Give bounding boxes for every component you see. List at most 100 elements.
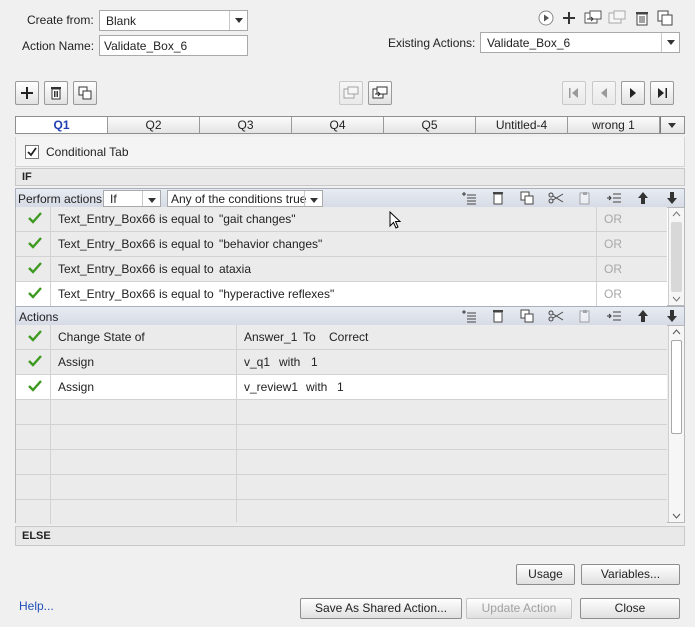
action-row[interactable]: Assign v_review1 with 1 xyxy=(16,375,667,400)
add-action-button[interactable] xyxy=(559,9,579,27)
conditions-scrollbar[interactable] xyxy=(668,208,684,305)
copy-condition-button[interactable] xyxy=(517,189,537,207)
first-tab-button[interactable] xyxy=(562,81,586,105)
previous-tab-button[interactable] xyxy=(592,81,616,105)
save-as-shared-action-button[interactable]: Save As Shared Action... xyxy=(300,598,462,619)
paste-condition-button[interactable] xyxy=(575,189,595,207)
play-button[interactable] xyxy=(536,9,556,27)
add-tab-button[interactable] xyxy=(15,81,39,105)
tab-untitled-4[interactable]: Untitled-4 xyxy=(476,117,568,133)
perform-mode-select[interactable]: If xyxy=(103,190,161,207)
scissors-icon xyxy=(548,310,564,322)
check-icon xyxy=(28,212,42,224)
condition-value: "behavior changes" xyxy=(219,237,323,251)
condition-row[interactable]: Text_Entry_Box66 is equal to ataxia OR xyxy=(16,257,667,282)
condition-value: "gait changes" xyxy=(219,212,296,226)
delete-condition-button[interactable] xyxy=(488,189,508,207)
indent-condition-button[interactable] xyxy=(604,189,624,207)
variables-button[interactable]: Variables... xyxy=(581,564,680,585)
condition-type-select[interactable]: Any of the conditions true xyxy=(167,190,323,207)
condition-variable: Text_Entry_Box66 xyxy=(58,287,156,301)
existing-actions-label: Existing Actions: xyxy=(388,36,476,50)
if-section-label: IF xyxy=(15,168,685,186)
arrow-down-icon xyxy=(667,192,677,204)
tab-q3[interactable]: Q3 xyxy=(200,117,292,133)
export-button[interactable] xyxy=(607,9,627,27)
action-name-field[interactable]: Validate_Box_6 xyxy=(99,35,248,56)
empty-action-row[interactable] xyxy=(16,475,667,500)
move-down-condition-button[interactable] xyxy=(662,189,682,207)
close-button[interactable]: Close xyxy=(580,598,680,619)
action-row[interactable]: Assign v_q1 with 1 xyxy=(16,350,667,375)
condition-join: OR xyxy=(604,212,622,226)
existing-actions-value: Validate_Box_6 xyxy=(487,36,571,50)
insert-action-button[interactable] xyxy=(459,307,479,325)
move-up-action-button[interactable] xyxy=(633,307,653,325)
tab-q5[interactable]: Q5 xyxy=(384,117,476,133)
condition-join: OR xyxy=(604,237,622,251)
actions-label: Actions xyxy=(19,310,59,324)
empty-action-row[interactable] xyxy=(16,500,667,525)
condition-variable: Text_Entry_Box66 xyxy=(58,262,156,276)
cut-action-button[interactable] xyxy=(546,307,566,325)
create-from-value: Blank xyxy=(106,14,137,28)
move-down-action-button[interactable] xyxy=(662,307,682,325)
empty-action-row[interactable] xyxy=(16,425,667,450)
paste-action-button[interactable] xyxy=(575,307,595,325)
import-button[interactable] xyxy=(583,9,603,27)
tab-wrong-1[interactable]: wrong 1 xyxy=(568,117,660,133)
empty-action-row[interactable] xyxy=(16,450,667,475)
arrow-up-icon xyxy=(638,310,648,322)
plus-icon xyxy=(563,12,575,24)
export-tab-button[interactable] xyxy=(339,81,363,105)
copy-action-button[interactable] xyxy=(517,307,537,325)
action-name: Assign xyxy=(58,380,95,394)
cut-condition-button[interactable] xyxy=(546,189,566,207)
action-row[interactable]: Change State of Answer_1 To Correct xyxy=(16,325,667,350)
condition-operator: is equal to xyxy=(159,212,214,226)
move-up-condition-button[interactable] xyxy=(633,189,653,207)
duplicate-icon xyxy=(657,10,673,26)
copy-tab-button[interactable] xyxy=(73,81,97,105)
trash-icon xyxy=(636,12,648,26)
scroll-up-icon xyxy=(672,329,681,335)
condition-row[interactable]: Text_Entry_Box66 is equal to "gait chang… xyxy=(16,207,667,232)
usage-button[interactable]: Usage xyxy=(516,564,575,585)
conditional-tab-checkbox[interactable] xyxy=(25,145,39,159)
import-tab-button[interactable] xyxy=(368,81,392,105)
update-action-button[interactable]: Update Action xyxy=(466,598,572,619)
import-icon xyxy=(372,86,388,99)
action-keyword: To xyxy=(303,330,316,344)
action-value: 1 xyxy=(311,355,318,369)
empty-action-row[interactable] xyxy=(16,400,667,425)
tab-q4[interactable]: Q4 xyxy=(292,117,384,133)
next-tab-button[interactable] xyxy=(621,81,645,105)
plus-icon xyxy=(21,87,33,99)
condition-row[interactable]: Text_Entry_Box66 is equal to "behavior c… xyxy=(16,232,667,257)
create-from-select[interactable]: Blank xyxy=(99,10,248,31)
existing-actions-select[interactable]: Validate_Box_6 xyxy=(480,32,680,53)
insert-row-icon xyxy=(462,310,476,323)
scroll-down-icon xyxy=(672,296,681,302)
condition-tabs: Q1 Q2 Q3 Q4 Q5 Untitled-4 wrong 1 xyxy=(15,116,685,134)
help-link[interactable]: Help... xyxy=(19,599,54,613)
action-name: Assign xyxy=(58,355,95,369)
insert-condition-button[interactable] xyxy=(459,189,479,207)
condition-value: ataxia xyxy=(219,262,252,276)
indent-action-button[interactable] xyxy=(604,307,624,325)
delete-action-button[interactable] xyxy=(632,9,652,27)
last-tab-button[interactable] xyxy=(650,81,674,105)
actions-scrollbar[interactable] xyxy=(668,326,684,522)
tabs-overflow-button[interactable] xyxy=(660,117,684,133)
conditional-tab-label: Conditional Tab xyxy=(46,145,129,159)
delete-action-row-button[interactable] xyxy=(488,307,508,325)
conditions-toolbar: Perform actions: If Any of the condition… xyxy=(15,188,685,208)
tab-q1[interactable]: Q1 xyxy=(16,117,108,133)
duplicate-action-button[interactable] xyxy=(655,9,675,27)
delete-tab-button[interactable] xyxy=(44,81,68,105)
scroll-up-icon xyxy=(672,211,681,217)
condition-row[interactable]: Text_Entry_Box66 is equal to "hyperactiv… xyxy=(16,282,667,307)
tab-q2[interactable]: Q2 xyxy=(108,117,200,133)
scissors-icon xyxy=(548,192,564,204)
previous-icon xyxy=(601,88,607,98)
